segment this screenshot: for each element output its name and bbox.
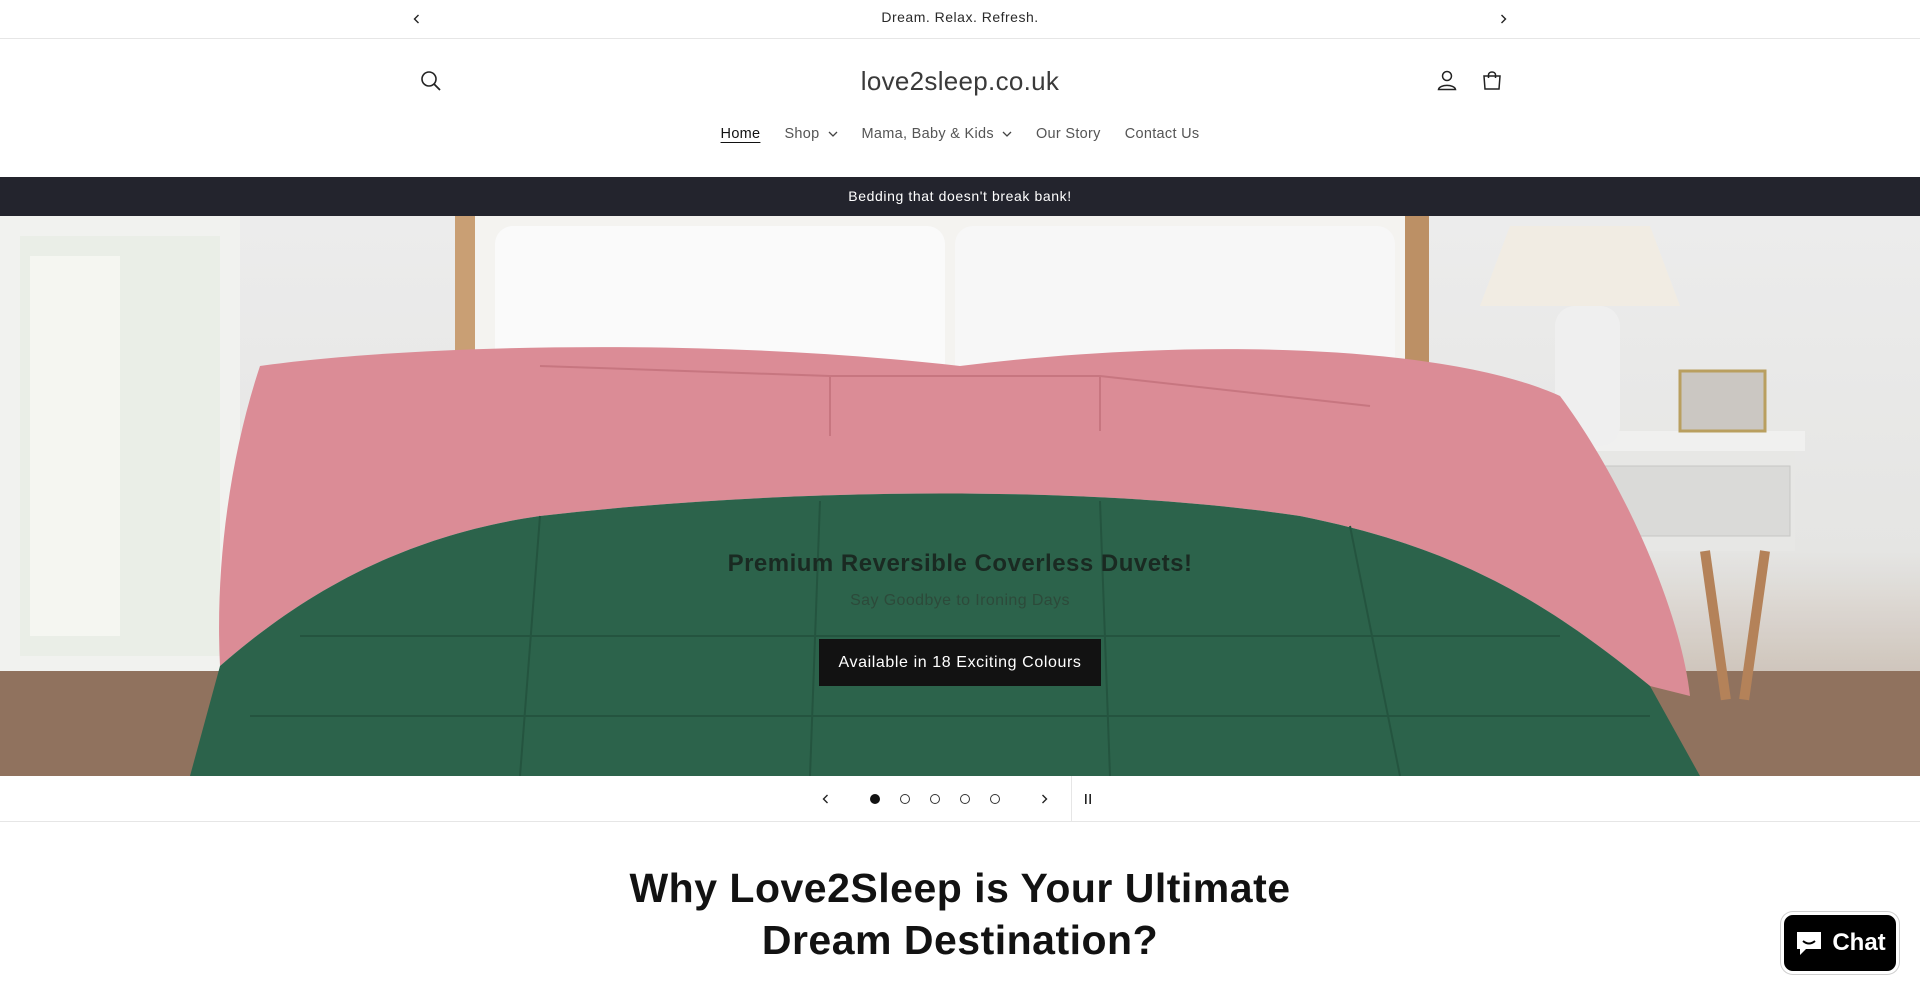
chevron-right-icon — [1042, 794, 1048, 804]
announcement-bar: Dream. Relax. Refresh. — [0, 0, 1920, 39]
slide-dot-5[interactable] — [990, 794, 1000, 804]
nav-item-shop[interactable]: Shop — [772, 126, 849, 142]
slider-controls — [0, 776, 1920, 822]
hero-content: Premium Reversible Coverless Duvets! Say… — [0, 550, 1920, 610]
hero-slide: Premium Reversible Coverless Duvets! Say… — [0, 216, 1920, 776]
slide-next-button[interactable] — [1033, 788, 1055, 810]
account-icon — [1437, 70, 1457, 91]
announcement-next-button[interactable] — [1492, 8, 1514, 30]
chevron-left-icon — [822, 794, 828, 804]
slide-dot-3[interactable] — [930, 794, 940, 804]
hero-title: Premium Reversible Coverless Duvets! — [727, 550, 1193, 577]
nav-item-label: Our Story — [1035, 126, 1101, 142]
chevron-down-icon — [828, 131, 837, 137]
chat-button[interactable]: Chat — [1781, 912, 1899, 974]
slider-divider — [1071, 776, 1072, 822]
main-nav: Home Shop Mama, Baby & Kids Our Story Co… — [0, 126, 1920, 142]
site-logo[interactable]: love2sleep.co.uk — [0, 66, 1920, 97]
nav-item-label: Home — [720, 126, 761, 142]
cart-icon — [1483, 71, 1501, 90]
slide-prev-button[interactable] — [815, 788, 837, 810]
nav-item-our-story[interactable]: Our Story — [1024, 126, 1113, 142]
pause-icon — [1085, 794, 1091, 804]
hero-image — [0, 216, 1920, 776]
slide-dot-1[interactable] — [870, 794, 880, 804]
hero-cta-button[interactable]: Available in 18 Exciting Colours — [819, 639, 1101, 686]
account-button[interactable] — [1431, 64, 1463, 96]
promo-bar: Bedding that doesn't break bank! — [0, 177, 1920, 216]
nav-item-contact-us[interactable]: Contact Us — [1113, 126, 1212, 142]
chevron-right-icon — [1501, 14, 1507, 24]
chevron-down-icon — [1002, 131, 1012, 137]
hero-subtitle: Say Goodbye to Ironing Days — [850, 592, 1070, 609]
cart-button[interactable] — [1476, 64, 1508, 96]
nav-item-label: Shop — [784, 126, 820, 142]
nav-item-label: Mama, Baby & Kids — [861, 126, 994, 142]
nav-item-label: Contact Us — [1124, 126, 1200, 142]
chat-label: Chat — [1832, 929, 1886, 956]
nav-item-mama-baby-kids[interactable]: Mama, Baby & Kids — [850, 126, 1024, 142]
nav-item-home[interactable]: Home — [709, 126, 773, 142]
slide-dot-4[interactable] — [960, 794, 970, 804]
chat-bubble-icon — [1797, 932, 1822, 955]
slideshow-pause-button[interactable] — [1077, 788, 1099, 810]
site-header: love2sleep.co.uk Home Shop Mama, Baby & … — [0, 40, 1920, 177]
slide-dot-2[interactable] — [900, 794, 910, 804]
announcement-text: Dream. Relax. Refresh. — [881, 9, 1039, 25]
section-heading: Why Love2Sleep is Your Ultimate Dream De… — [629, 865, 1291, 963]
